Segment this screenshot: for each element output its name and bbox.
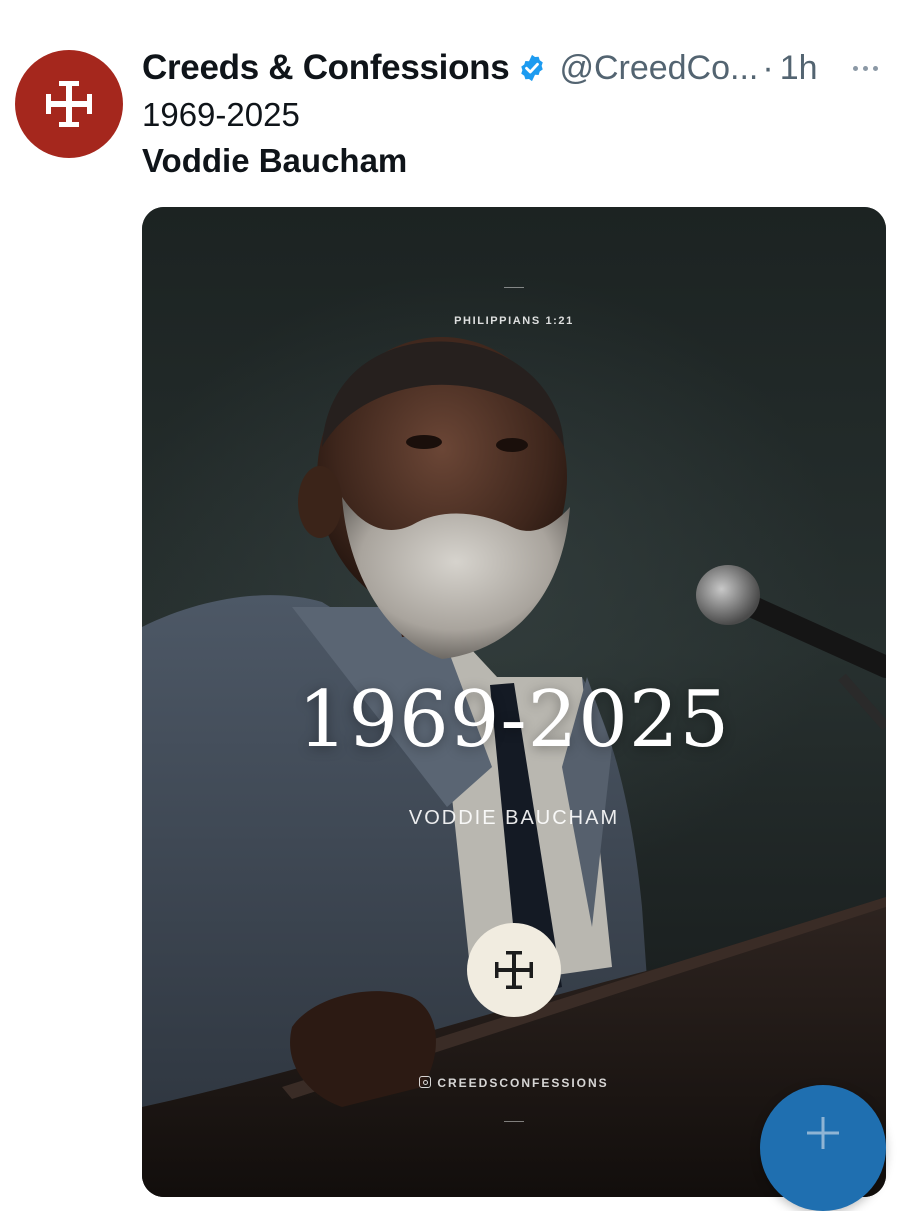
tweet-header: Creeds & Confessions @CreedCo... · 1h	[142, 44, 887, 92]
display-name[interactable]: Creeds & Confessions	[142, 48, 510, 88]
tweet-media-image[interactable]: PHILIPPIANS 1:21 1969-2025 VODDIE BAUCHA…	[142, 207, 886, 1197]
instagram-icon	[419, 1076, 432, 1088]
logo-badge	[467, 923, 561, 1017]
instagram-credit: CREEDSCONFESSIONS	[142, 1076, 886, 1090]
more-horizontal-icon	[852, 65, 858, 71]
divider-bottom	[504, 1121, 524, 1122]
verified-badge-icon	[517, 53, 547, 83]
more-options-button[interactable]	[843, 46, 887, 90]
separator-dot: ·	[762, 48, 774, 87]
memorial-name: VODDIE BAUCHAM	[408, 807, 620, 829]
tweet-text-line2: Voddie Baucham	[142, 142, 408, 179]
plus-icon	[807, 1117, 839, 1149]
timestamp[interactable]: 1h	[780, 49, 818, 88]
scripture-reference: PHILIPPIANS 1:21	[454, 315, 574, 327]
compose-fab-button[interactable]	[760, 1085, 886, 1211]
instagram-handle-text: CREEDSCONFESSIONS	[437, 1076, 609, 1090]
tweet-text-line1: 1969-2025	[142, 96, 300, 133]
divider-top	[504, 287, 524, 288]
user-handle[interactable]: @CreedCo...	[559, 49, 758, 88]
cross-potent-icon	[495, 951, 533, 989]
avatar[interactable]	[15, 50, 123, 158]
cross-potent-icon	[46, 81, 92, 127]
memorial-years: 1969-2025	[297, 675, 731, 765]
